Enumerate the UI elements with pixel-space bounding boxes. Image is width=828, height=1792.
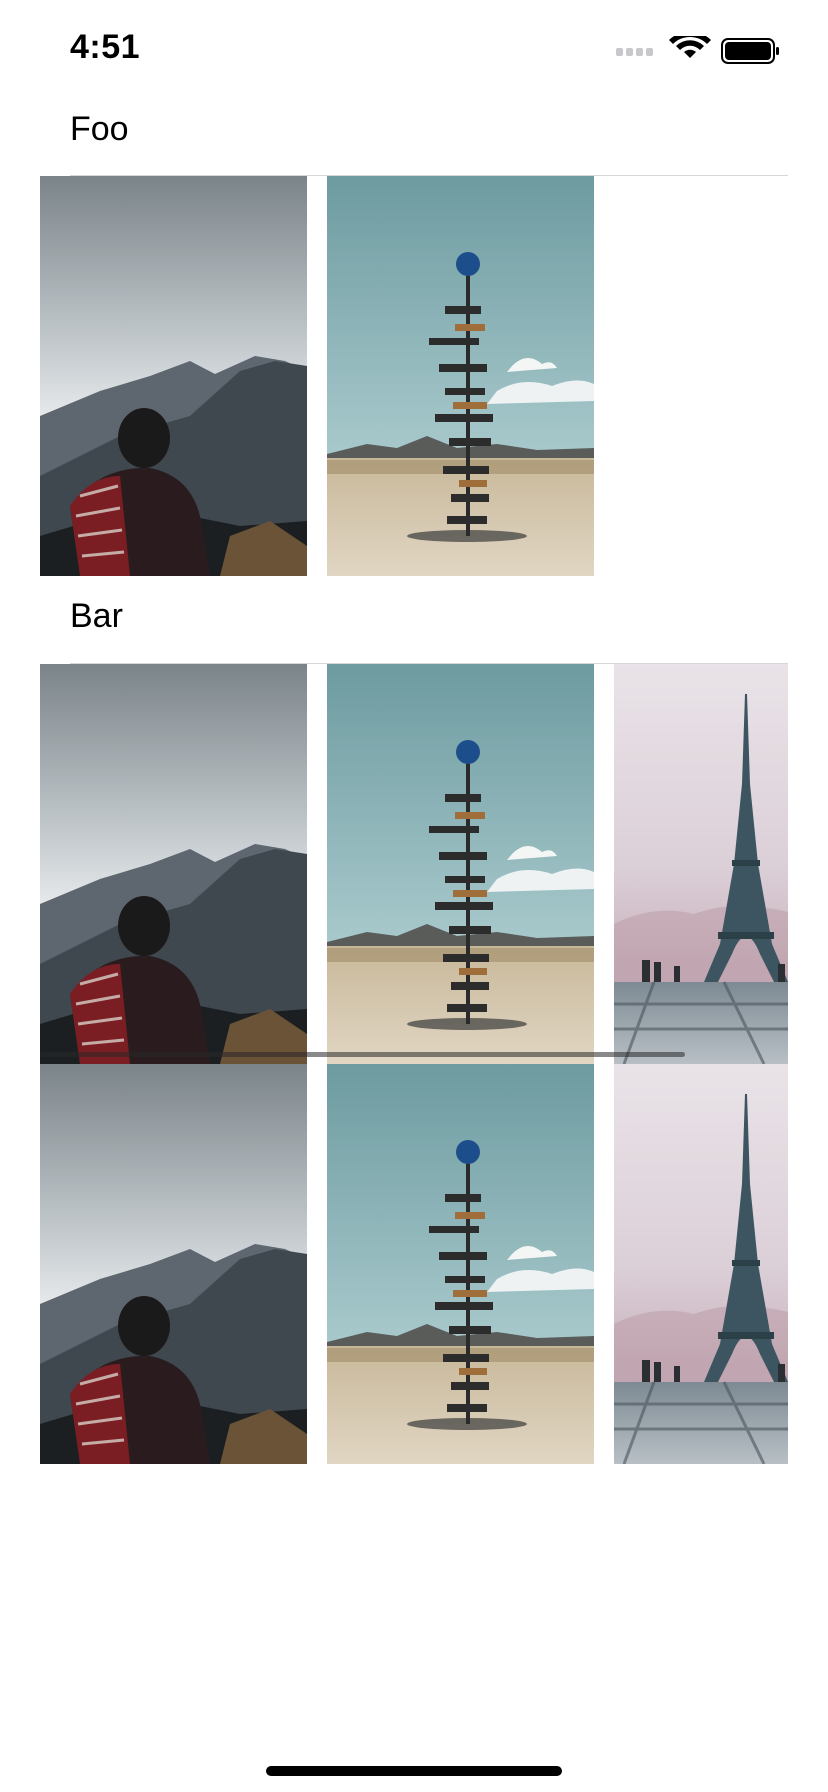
eiffel-tower-photo[interactable] (614, 664, 788, 1064)
section-header-bar: Bar (70, 597, 123, 635)
battery-icon (721, 38, 779, 64)
section-header-foo: Foo (70, 110, 129, 148)
home-indicator[interactable] (266, 1766, 562, 1776)
desert-signpost-photo[interactable] (327, 1064, 594, 1464)
image-row[interactable] (40, 1064, 788, 1464)
desert-signpost-photo[interactable] (327, 176, 594, 576)
mountain-hiker-photo[interactable] (40, 664, 307, 1064)
mountain-hiker-photo[interactable] (40, 1064, 307, 1464)
eiffel-tower-photo[interactable] (614, 1064, 788, 1464)
cellular-signal-icon (616, 48, 653, 56)
image-row[interactable] (40, 664, 788, 1064)
status-time: 4:51 (70, 28, 141, 66)
image-row[interactable] (40, 176, 788, 576)
horizontal-scroll-indicator[interactable] (40, 1052, 685, 1057)
mountain-hiker-photo[interactable] (40, 176, 307, 576)
status-icons (612, 31, 792, 64)
status-bar: 4:51 (0, 0, 828, 96)
desert-signpost-photo[interactable] (327, 664, 594, 1064)
wifi-icon (669, 31, 711, 58)
